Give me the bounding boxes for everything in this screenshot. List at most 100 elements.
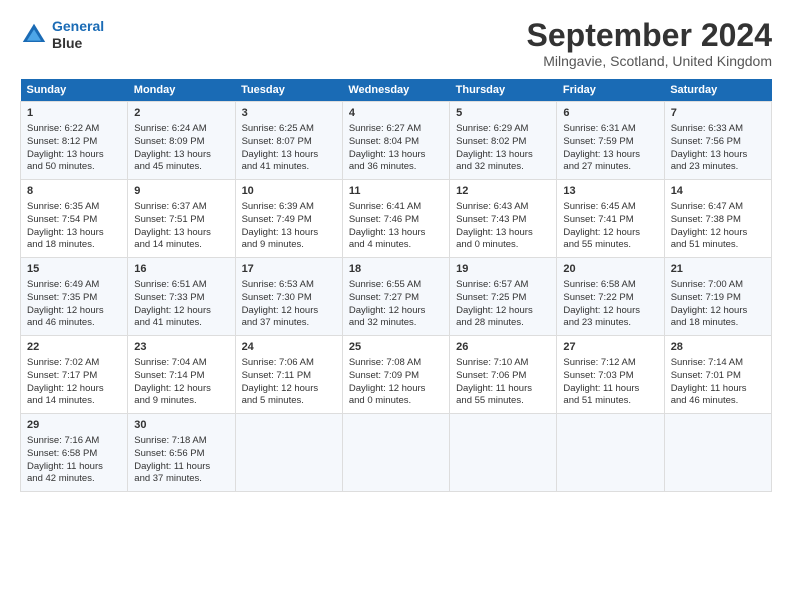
logo-icon (20, 21, 48, 49)
calendar-cell: 28Sunrise: 7:14 AMSunset: 7:01 PMDayligh… (664, 336, 771, 414)
day-number: 29 (27, 418, 121, 433)
calendar-cell: 13Sunrise: 6:45 AMSunset: 7:41 PMDayligh… (557, 180, 664, 258)
daylight-label: Daylight: 12 hours and 32 minutes. (349, 305, 426, 329)
calendar-cell (557, 414, 664, 492)
calendar-cell: 10Sunrise: 6:39 AMSunset: 7:49 PMDayligh… (235, 180, 342, 258)
sunrise-label: Sunrise: 7:18 AM (134, 435, 206, 446)
calendar-cell (664, 414, 771, 492)
calendar-cell: 29Sunrise: 7:16 AMSunset: 6:58 PMDayligh… (21, 414, 128, 492)
sunrise-label: Sunrise: 6:49 AM (27, 279, 99, 290)
sunrise-label: Sunrise: 6:35 AM (27, 201, 99, 212)
calendar-week-3: 15Sunrise: 6:49 AMSunset: 7:35 PMDayligh… (21, 258, 772, 336)
sunset-label: Sunset: 7:51 PM (134, 214, 204, 225)
daylight-label: Daylight: 12 hours and 14 minutes. (27, 383, 104, 407)
calendar-cell: 19 Sunrise: 6:57 AM Sunset: 7:25 PM Dayligh… (450, 258, 557, 336)
daylight-label: Daylight: 12 hours and 5 minutes. (242, 383, 319, 407)
sunset-label: Sunset: 7:27 PM (349, 292, 419, 303)
sunrise-label: Sunrise: 6:24 AM (134, 123, 206, 134)
sunset-label: Sunset: 7:25 PM (456, 292, 526, 303)
day-number: 19 (456, 262, 550, 277)
header: General Blue September 2024 Milngavie, S… (20, 18, 772, 69)
sunset-label: Sunset: 8:07 PM (242, 136, 312, 147)
day-number: 8 (27, 184, 121, 199)
calendar-cell: 27Sunrise: 7:12 AMSunset: 7:03 PMDayligh… (557, 336, 664, 414)
calendar-cell: 8Sunrise: 6:35 AMSunset: 7:54 PMDaylight… (21, 180, 128, 258)
calendar-cell: 1Sunrise: 6:22 AMSunset: 8:12 PMDaylight… (21, 102, 128, 180)
sunrise-label: Sunrise: 7:08 AM (349, 357, 421, 368)
day-number: 20 (563, 262, 657, 277)
day-number: 17 (242, 262, 336, 277)
daylight-label: Daylight: 12 hours and 0 minutes. (349, 383, 426, 407)
col-tuesday: Tuesday (235, 79, 342, 102)
sunset-label: Sunset: 7:06 PM (456, 370, 526, 381)
sunrise-label: Sunrise: 6:31 AM (563, 123, 635, 134)
calendar-cell: 12Sunrise: 6:43 AMSunset: 7:43 PMDayligh… (450, 180, 557, 258)
col-thursday: Thursday (450, 79, 557, 102)
sunset-label: Sunset: 7:17 PM (27, 370, 97, 381)
daylight-label: Daylight: 13 hours and 14 minutes. (134, 227, 211, 251)
sunset-label: Sunset: 8:09 PM (134, 136, 204, 147)
calendar-cell: 21Sunrise: 7:00 AMSunset: 7:19 PMDayligh… (664, 258, 771, 336)
sunrise-label: Sunrise: 6:27 AM (349, 123, 421, 134)
day-number: 22 (27, 340, 121, 355)
sunset-label: Sunset: 7:43 PM (456, 214, 526, 225)
day-number: 21 (671, 262, 765, 277)
day-number: 15 (27, 262, 121, 277)
calendar-cell: 25Sunrise: 7:08 AMSunset: 7:09 PMDayligh… (342, 336, 449, 414)
day-number: 5 (456, 106, 550, 121)
sunrise-label: Sunrise: 7:04 AM (134, 357, 206, 368)
calendar-cell: 15Sunrise: 6:49 AMSunset: 7:35 PMDayligh… (21, 258, 128, 336)
daylight-label: Daylight: 12 hours and 55 minutes. (563, 227, 640, 251)
calendar-week-1: 1Sunrise: 6:22 AMSunset: 8:12 PMDaylight… (21, 102, 772, 180)
sunrise-label: Sunrise: 6:39 AM (242, 201, 314, 212)
sunrise-label: Sunrise: 6:55 AM (349, 279, 421, 290)
sunrise-label: Sunrise: 7:00 AM (671, 279, 743, 290)
sunset-label: Sunset: 7:56 PM (671, 136, 741, 147)
calendar-cell: 14Sunrise: 6:47 AMSunset: 7:38 PMDayligh… (664, 180, 771, 258)
sunrise-label: Sunrise: 7:02 AM (27, 357, 99, 368)
daylight-label: Daylight: 12 hours and 37 minutes. (242, 305, 319, 329)
day-number: 28 (671, 340, 765, 355)
sunrise-label: Sunrise: 6:45 AM (563, 201, 635, 212)
daylight-label: Daylight: 12 hours and 41 minutes. (134, 305, 211, 329)
location: Milngavie, Scotland, United Kingdom (527, 53, 772, 69)
day-number: 6 (563, 106, 657, 121)
title-block: September 2024 Milngavie, Scotland, Unit… (527, 18, 772, 69)
day-number: 9 (134, 184, 228, 199)
daylight-label: Daylight: 13 hours and 23 minutes. (671, 149, 748, 173)
day-number: 7 (671, 106, 765, 121)
daylight-label: Daylight: 13 hours and 50 minutes. (27, 149, 104, 173)
sunrise-label: Sunrise: 7:14 AM (671, 357, 743, 368)
sunset-label: Sunset: 8:02 PM (456, 136, 526, 147)
sunrise-label: Sunrise: 6:57 AM (456, 279, 528, 290)
sunset-label: Sunset: 7:14 PM (134, 370, 204, 381)
day-number: 25 (349, 340, 443, 355)
calendar-body: 1Sunrise: 6:22 AMSunset: 8:12 PMDaylight… (21, 102, 772, 492)
page-container: General Blue September 2024 Milngavie, S… (0, 0, 792, 504)
sunrise-label: Sunrise: 6:47 AM (671, 201, 743, 212)
calendar-cell (235, 414, 342, 492)
sunset-label: Sunset: 7:11 PM (242, 370, 312, 381)
day-number: 23 (134, 340, 228, 355)
daylight-label: Daylight: 13 hours and 4 minutes. (349, 227, 426, 251)
sunrise-label: Sunrise: 6:29 AM (456, 123, 528, 134)
daylight-label: Daylight: 13 hours and 41 minutes. (242, 149, 319, 173)
day-number: 4 (349, 106, 443, 121)
day-number: 10 (242, 184, 336, 199)
calendar-week-5: 29Sunrise: 7:16 AMSunset: 6:58 PMDayligh… (21, 414, 772, 492)
sunset-label: Sunset: 6:56 PM (134, 448, 204, 459)
col-monday: Monday (128, 79, 235, 102)
calendar-cell: 2Sunrise: 6:24 AMSunset: 8:09 PMDaylight… (128, 102, 235, 180)
sunrise-label: Sunrise: 6:41 AM (349, 201, 421, 212)
month-title: September 2024 (527, 18, 772, 53)
sunrise-label: Sunrise: 6:33 AM (671, 123, 743, 134)
calendar-cell: 30Sunrise: 7:18 AMSunset: 6:56 PMDayligh… (128, 414, 235, 492)
daylight-label: Daylight: 11 hours and 37 minutes. (134, 461, 210, 485)
daylight-label: Daylight: 13 hours and 18 minutes. (27, 227, 104, 251)
calendar-cell: 26Sunrise: 7:10 AMSunset: 7:06 PMDayligh… (450, 336, 557, 414)
calendar-cell (450, 414, 557, 492)
sunset-label: Sunset: 7:30 PM (242, 292, 312, 303)
daylight-label: Daylight: 12 hours and 28 minutes. (456, 305, 533, 329)
sunset-label: Sunset: 7:46 PM (349, 214, 419, 225)
calendar-cell: 11Sunrise: 6:41 AMSunset: 7:46 PMDayligh… (342, 180, 449, 258)
